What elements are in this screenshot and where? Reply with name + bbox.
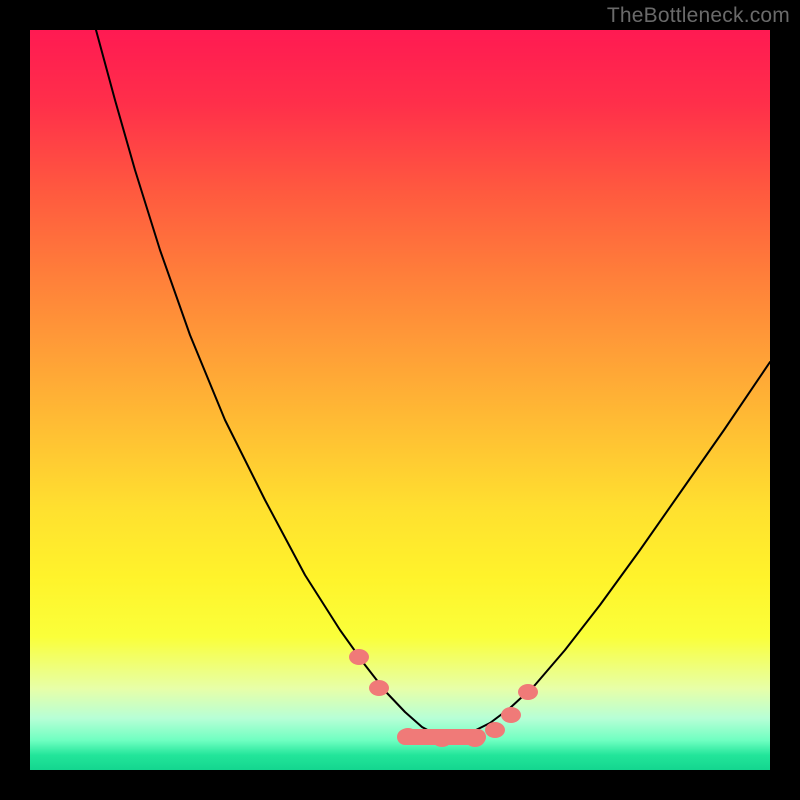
watermark-label: TheBottleneck.com bbox=[607, 4, 790, 28]
marker-valley-highlight bbox=[518, 684, 538, 700]
series-left-curve bbox=[96, 30, 450, 738]
series-right-curve bbox=[450, 362, 770, 738]
marker-valley-highlight bbox=[369, 680, 389, 696]
plot-area bbox=[30, 30, 770, 770]
chart-svg bbox=[30, 30, 770, 770]
marker-valley-highlight bbox=[349, 649, 369, 665]
marker-valley-highlight bbox=[485, 722, 505, 738]
outer-frame: TheBottleneck.com bbox=[0, 0, 800, 800]
marker-valley-highlight bbox=[501, 707, 521, 723]
